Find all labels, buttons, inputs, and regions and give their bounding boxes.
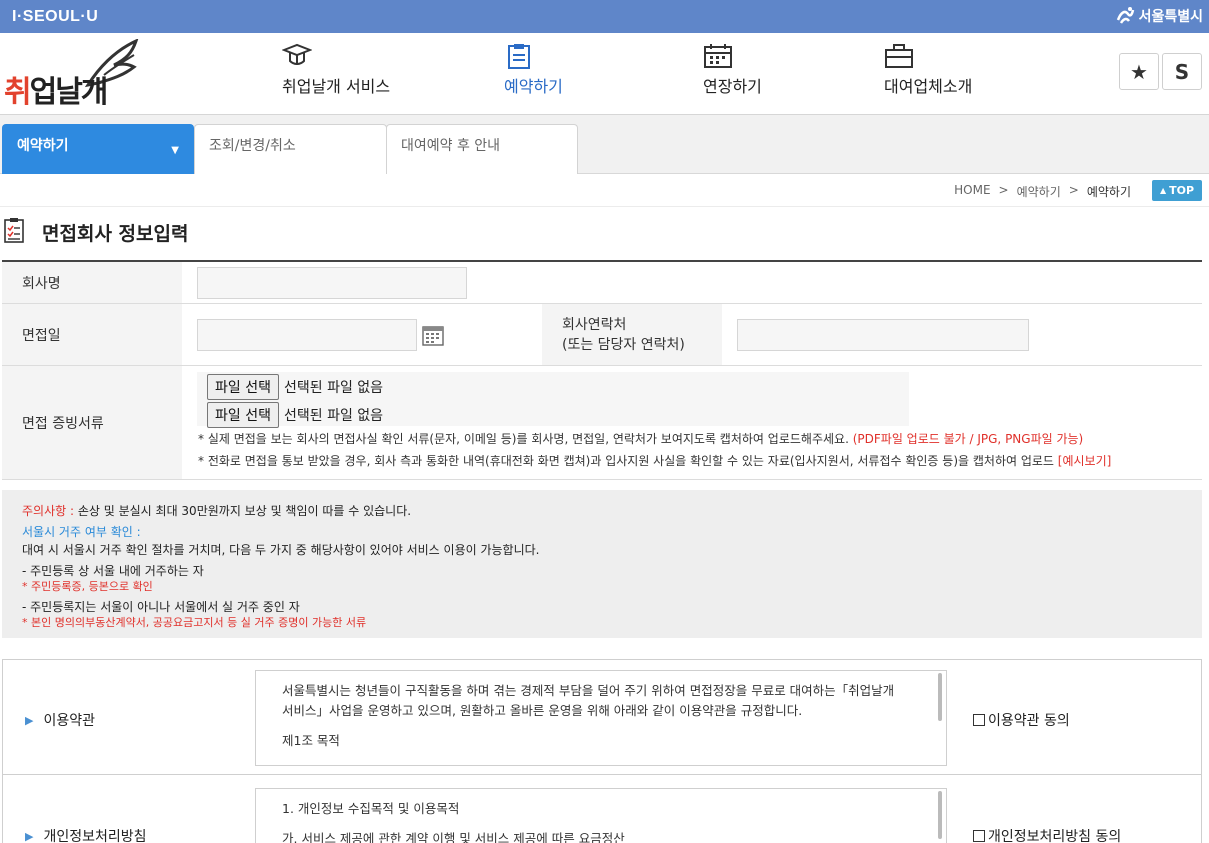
residence-text: 대여 시 서울시 거주 확인 절차를 거치며, 다음 두 가지 중 해당사항이 … (22, 543, 540, 557)
contact-label: 회사연락처 (또는 담당자 연락처) (542, 304, 722, 365)
proof-label: 면접 증빙서류 (2, 366, 182, 479)
terms-agree-checkbox[interactable]: 이용약관 동의 (973, 710, 1070, 730)
nav-extend[interactable]: 연장하기 (703, 43, 762, 97)
file-status: 선택된 파일 없음 (283, 380, 384, 396)
terms-textbox[interactable]: 서울특별시는 청년들이 구직활동을 하며 겪는 경제적 부담을 덜어 주기 위하… (255, 670, 947, 766)
scrollbar[interactable] (938, 791, 942, 839)
file-input-2: 파일 선택 선택된 파일 없음 (207, 402, 383, 428)
caret-down-icon: ▼ (171, 145, 179, 156)
logo-text: 취업날개 (4, 75, 108, 110)
tab-lookup-change-cancel[interactable]: 조회/변경/취소 (194, 124, 387, 174)
privacy-label: ▶ 개인정보처리방침 (25, 829, 147, 843)
seoul-city-link[interactable]: 서울특별시 (1115, 6, 1203, 26)
contact-label-line2: (또는 담당자 연락처) (562, 336, 685, 353)
privacy-textbox[interactable]: 1. 개인정보 수집목적 및 이용목적 가. 서비스 제공에 관한 계약 이행 … (255, 788, 947, 843)
sub-tab-strip: 예약하기 ▼ 조회/변경/취소 대여예약 후 안내 (0, 115, 1209, 174)
residence-item-1-note: * 주민등록증, 등본으로 확인 (22, 580, 153, 593)
top-bar: I·SEOUL·U 서울특별시 (0, 0, 1209, 33)
residence-item-1: - 주민등록 상 서울 내에 거주하는 자 (22, 564, 204, 578)
city-name: 서울특별시 (1138, 9, 1203, 25)
contact-label-line1: 회사연락처 (562, 316, 627, 333)
tab-reserve-label: 예약하기 (17, 138, 69, 154)
triangle-right-icon: ▶ (25, 829, 34, 843)
scrollbar[interactable] (938, 673, 942, 721)
section-title: 면접회사 정보입력 (42, 223, 189, 245)
calendar-icon (704, 44, 732, 68)
triangle-right-icon: ▶ (25, 713, 34, 727)
checkbox[interactable] (973, 830, 985, 842)
main-header: 취업날개 취업날개 서비스 예약하기 연장하기 대여업체소개 ★ S (0, 33, 1209, 115)
terms-row: ▶ 이용약관 서울특별시는 청년들이 구직활동을 하며 겪는 경제적 부담을 덜… (3, 660, 1201, 775)
tab-after-reservation-guide[interactable]: 대여예약 후 안내 (386, 124, 578, 174)
terms-label: ▶ 이용약관 (25, 713, 95, 729)
graduation-cap-icon (282, 43, 312, 65)
clipboard-icon (508, 44, 530, 69)
privacy-row: ▶ 개인정보처리방침 1. 개인정보 수집목적 및 이용목적 가. 서비스 제공… (3, 776, 1201, 843)
file-upload-box: 파일 선택 선택된 파일 없음 파일 선택 선택된 파일 없음 (197, 372, 909, 428)
tab-reserve[interactable]: 예약하기 ▼ (2, 124, 194, 174)
top-button[interactable]: ▲ TOP (1152, 180, 1202, 201)
proof-note-1: * 실제 면접을 보는 회사의 면접사실 확인 서류(문자, 이메일 등)를 회… (198, 432, 1084, 446)
breadcrumb-home[interactable]: HOME (954, 183, 990, 200)
briefcase-icon (885, 44, 913, 68)
privacy-agree-checkbox[interactable]: 개인정보처리방침 동의 (973, 826, 1121, 843)
residence-title: 서울시 거주 여부 확인 : (22, 525, 141, 539)
company-name-input[interactable] (197, 267, 467, 299)
s-button[interactable]: S (1162, 53, 1202, 90)
checklist-icon (4, 218, 24, 243)
residence-item-2-note: * 본인 명의의부동산계약서, 공공요금고지서 등 실 거주 증명이 가능한 서… (22, 616, 367, 629)
file-select-button[interactable]: 파일 선택 (207, 402, 279, 428)
iseoulu-logo[interactable]: I·SEOUL·U (12, 8, 98, 26)
residence-item-2: - 주민등록지는 서울이 아니나 서울에서 실 거주 중인 자 (22, 600, 300, 614)
file-input-1: 파일 선택 선택된 파일 없음 (207, 374, 383, 400)
calendar-picker-icon[interactable] (422, 324, 444, 346)
proof-note-2: * 전화로 면접을 통보 받았을 경우, 회사 측과 통화한 내역(휴대전화 화… (198, 454, 1112, 468)
seoul-symbol-icon (1116, 7, 1134, 24)
agreement-section: ▶ 이용약관 서울특별시는 청년들이 구직활동을 하며 겪는 경제적 부담을 덜… (2, 659, 1202, 843)
breadcrumb-separator: > (998, 183, 1009, 197)
file-status: 선택된 파일 없음 (283, 408, 384, 424)
nav-rental-company[interactable]: 대여업체소개 (884, 43, 972, 97)
nav-extend-label: 연장하기 (703, 77, 762, 96)
caution-line: 주의사항 : 손상 및 분실시 최대 30만원까지 보상 및 책임이 따를 수 … (22, 504, 412, 518)
company-contact-input[interactable] (737, 319, 1029, 351)
proof-row: 면접 증빙서류 파일 선택 선택된 파일 없음 파일 선택 선택된 파일 없음 … (2, 366, 1202, 480)
interview-date-input[interactable] (197, 319, 417, 351)
company-label: 회사명 (2, 262, 182, 303)
nav-service-label: 취업날개 서비스 (282, 77, 391, 96)
date-row: 면접일 회사연락처 (또는 담당자 연락처) (2, 304, 1202, 366)
divider (0, 206, 1209, 207)
breadcrumb-current: 예약하기 (1086, 185, 1131, 199)
breadcrumb-separator: > (1068, 183, 1079, 197)
date-label: 면접일 (2, 304, 182, 365)
favorite-star-button[interactable]: ★ (1119, 53, 1159, 90)
nav-rental-company-label: 대여업체소개 (884, 77, 973, 96)
nav-service[interactable]: 취업날개 서비스 (282, 43, 390, 97)
company-row: 회사명 (2, 262, 1202, 304)
site-logo[interactable]: 취업날개 (2, 39, 142, 110)
example-link[interactable]: [예시보기] (1058, 454, 1112, 468)
breadcrumb: HOME > 예약하기 > 예약하기 (954, 183, 1131, 200)
checkbox[interactable] (973, 714, 985, 726)
file-select-button[interactable]: 파일 선택 (207, 374, 279, 400)
notice-box: 주의사항 : 손상 및 분실시 최대 30만원까지 보상 및 책임이 따를 수 … (2, 490, 1202, 638)
format-warning: (PDF파일 업로드 불가 / JPG, PNG파일 가능) (852, 432, 1084, 446)
nav-reserve[interactable]: 예약하기 (504, 43, 563, 97)
arrow-up-icon: ▲ (1159, 186, 1167, 195)
breadcrumb-mid[interactable]: 예약하기 (1017, 183, 1061, 200)
nav-reserve-label: 예약하기 (504, 77, 563, 96)
top-button-label: TOP (1169, 184, 1195, 197)
